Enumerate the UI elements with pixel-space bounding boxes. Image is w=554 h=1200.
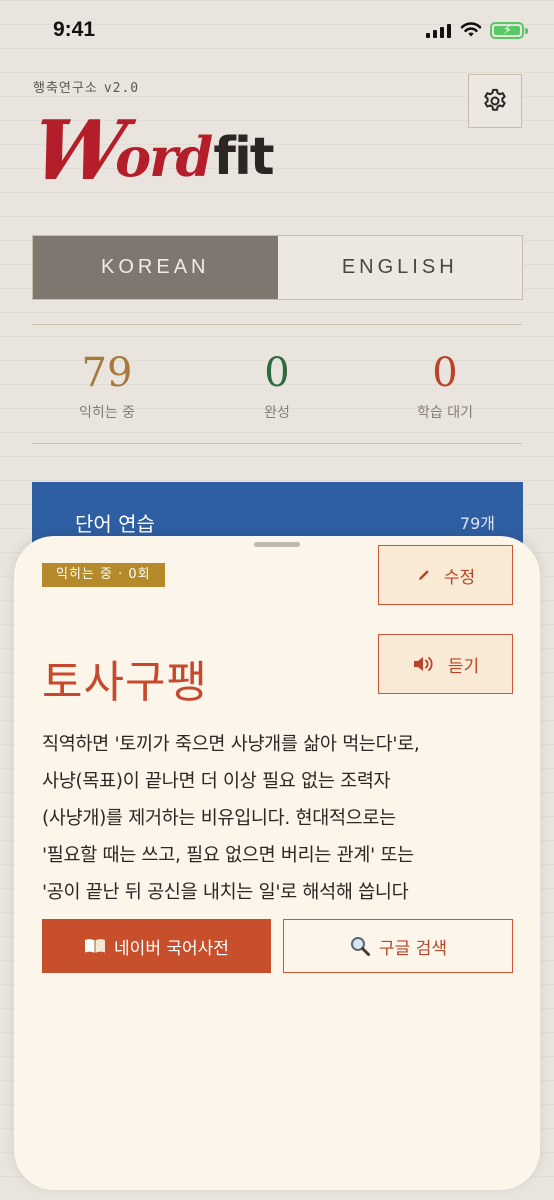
practice-title: 단어 연습 bbox=[75, 512, 155, 536]
naver-dictionary-button[interactable]: 네이버 국어사전 bbox=[42, 919, 271, 973]
pencil-icon bbox=[418, 570, 429, 580]
battery-charging-icon: ⚡ bbox=[490, 22, 528, 39]
stat-learning: 79 익히는 중 bbox=[32, 348, 182, 422]
book-icon bbox=[85, 939, 106, 953]
cellular-signal-icon bbox=[426, 24, 451, 38]
stat-label: 학습 대기 bbox=[417, 405, 473, 421]
practice-count: 79개 bbox=[459, 514, 495, 533]
org-label: 행축연구소 v2.0 bbox=[33, 77, 139, 96]
stat-value: 0 bbox=[264, 350, 290, 396]
stat-label: 익히는 중 bbox=[79, 405, 135, 421]
stat-pending: 0 학습 대기 bbox=[370, 348, 520, 422]
google-label: 구글 검색 bbox=[379, 938, 447, 959]
status-badge: 익히는 중 · 0회 bbox=[42, 563, 165, 587]
divider bbox=[32, 443, 522, 444]
tab-korean[interactable]: KOREAN bbox=[33, 236, 278, 299]
speaker-icon bbox=[413, 657, 433, 671]
stat-completed: 0 완성 bbox=[202, 348, 352, 422]
meaning-line: 사냥(목표)이 끝나면 더 이상 필요 없는 조력자 bbox=[42, 771, 391, 792]
logo-ord: ord bbox=[115, 125, 213, 189]
magnifier-icon bbox=[351, 937, 371, 956]
meaning-line: '공이 끝난 뒤 공신을 내치는 일'로 해석해 씁니다 bbox=[42, 882, 409, 903]
meaning-line: (사냥개)를 제거하는 비유입니다. 현대적으로는 bbox=[42, 808, 396, 829]
word-detail-sheet: 익히는 중 · 0회 수정 듣기 토사구팽 직역하면 '토끼가 죽으면 사냥개를… bbox=[14, 536, 540, 1190]
listen-label: 듣기 bbox=[447, 656, 480, 677]
word-title: 토사구팽 bbox=[42, 657, 208, 708]
listen-button[interactable]: 듣기 bbox=[378, 634, 513, 694]
status-time: 9:41 bbox=[53, 18, 96, 41]
logo-fit: fit bbox=[213, 127, 274, 187]
edit-label: 수정 bbox=[443, 567, 476, 588]
stat-value: 79 bbox=[81, 350, 133, 396]
language-toggle: KOREAN ENGLISH bbox=[32, 235, 523, 300]
wordfit-logo: W ord fit bbox=[26, 103, 274, 199]
edit-button[interactable]: 수정 bbox=[378, 545, 513, 605]
word-meaning: 직역하면 '토끼가 죽으면 사냥개를 삶아 먹는다'로, 사냥(목표)이 끝나면… bbox=[42, 726, 514, 911]
org-name: 행축연구소 bbox=[33, 81, 98, 96]
stat-label: 완성 bbox=[264, 405, 290, 421]
meaning-line: 직역하면 '토끼가 죽으면 사냥개를 삶아 먹는다'로, bbox=[42, 734, 420, 755]
app-version: v2.0 bbox=[103, 81, 140, 96]
gear-icon bbox=[484, 88, 506, 111]
logo-w: W bbox=[26, 103, 126, 199]
status-bar: 9:41 ⚡ bbox=[0, 0, 554, 60]
naver-label: 네이버 국어사전 bbox=[114, 938, 229, 959]
settings-button[interactable] bbox=[468, 74, 522, 128]
wifi-icon bbox=[460, 22, 482, 37]
tab-english[interactable]: ENGLISH bbox=[277, 236, 522, 299]
divider bbox=[32, 324, 522, 325]
meaning-line: '필요할 때는 쓰고, 필요 없으면 버리는 관계' 또는 bbox=[42, 845, 414, 866]
stat-value: 0 bbox=[432, 350, 458, 396]
sheet-drag-handle[interactable] bbox=[254, 542, 300, 547]
google-search-button[interactable]: 구글 검색 bbox=[283, 919, 513, 973]
